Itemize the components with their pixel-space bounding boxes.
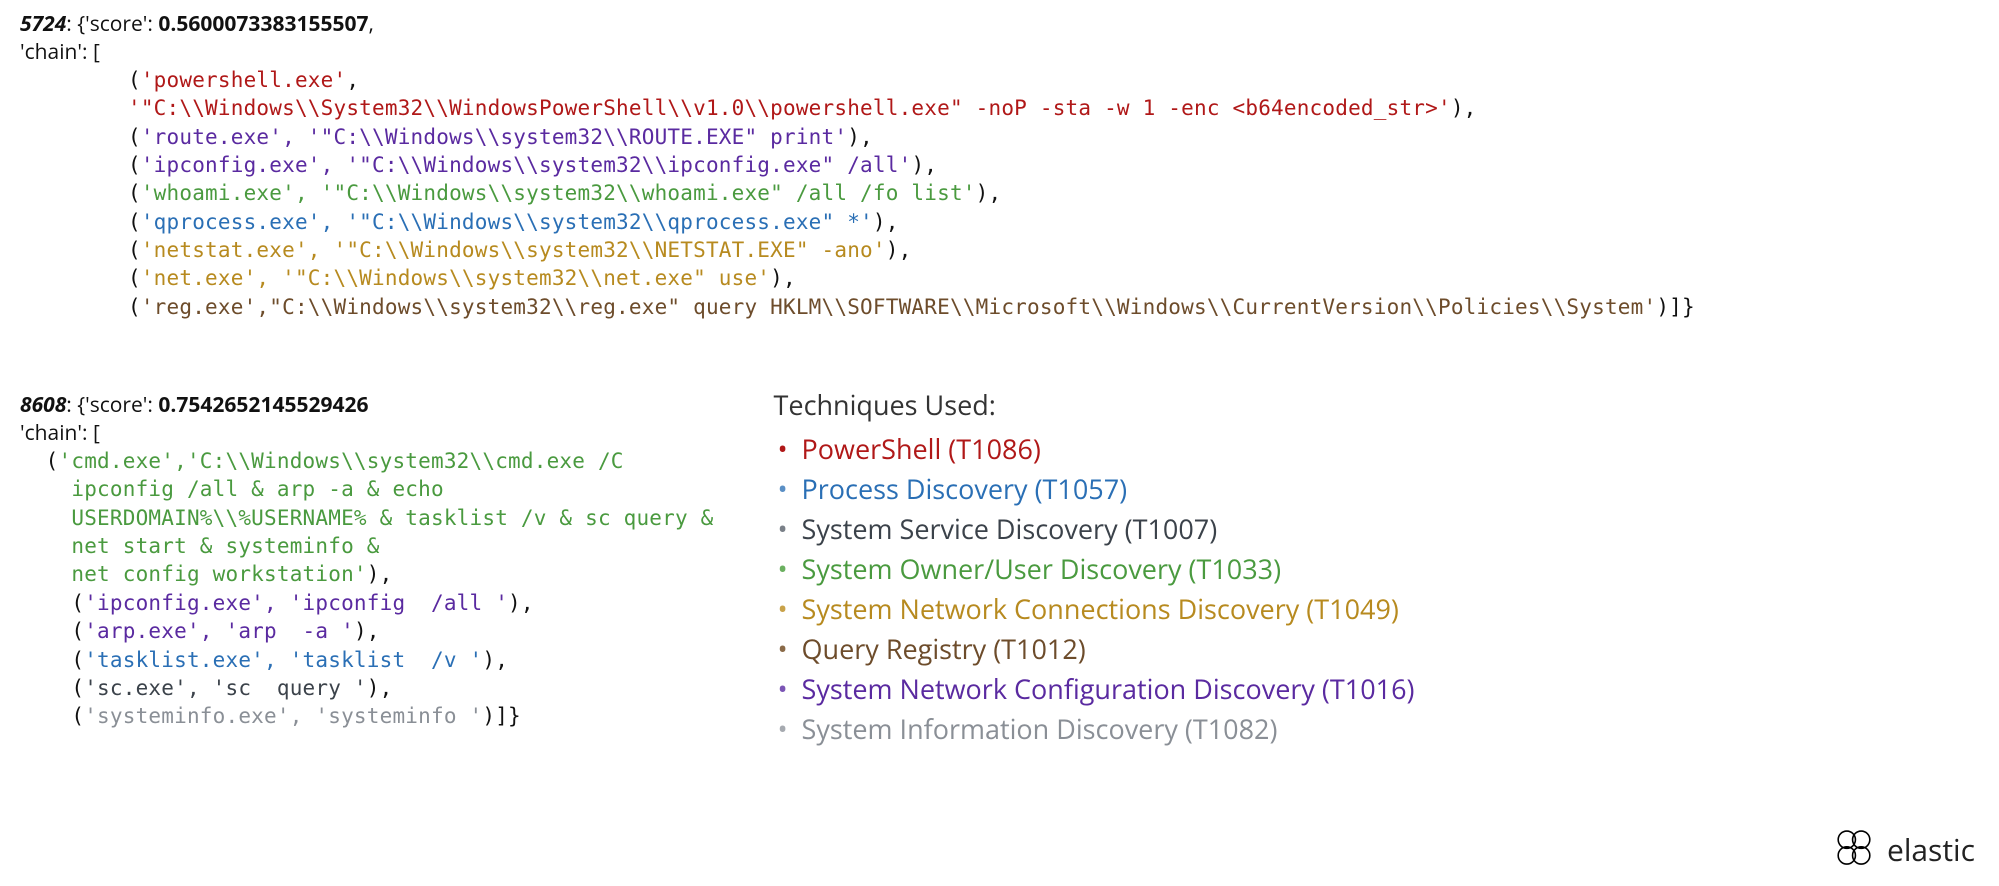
- code-segment: ),: [873, 210, 899, 234]
- code-segment: USERDOMAIN%\\%USERNAME% & tasklist /v & …: [20, 506, 714, 530]
- code-segment: (: [20, 449, 59, 473]
- code-segment: 'arp.exe', 'arp -a ': [84, 619, 354, 643]
- code-segment: ,: [346, 68, 359, 92]
- code-segment: 'route.exe', '"C:\\Windows\\system32\\RO…: [141, 125, 847, 149]
- block1-score: 0.5600073383155507: [158, 10, 368, 38]
- code-segment: (: [20, 704, 84, 728]
- code-segment: 'tasklist.exe', 'tasklist /v ': [84, 648, 482, 672]
- code-segment: (: [128, 68, 141, 92]
- code-segment: ),: [482, 648, 508, 672]
- techniques-legend: Techniques Used: PowerShell (T1086)Proce…: [774, 385, 1415, 749]
- code-segment: 'powershell.exe': [141, 68, 347, 92]
- code-segment: 'ipconfig.exe', 'ipconfig /all ': [84, 591, 508, 615]
- legend-item: PowerShell (T1086): [774, 429, 1415, 469]
- block2-code: ('cmd.exe','C:\\Windows\\system32\\cmd.e…: [20, 447, 714, 730]
- code-segment: '"C:\\Windows\\System32\\WindowsPowerShe…: [128, 96, 1451, 120]
- code-segment: ipconfig /all & arp -a & echo: [20, 477, 444, 501]
- block2-chain-label: 'chain': [: [20, 419, 714, 447]
- code-segment: net config workstation': [20, 562, 367, 586]
- code-segment: ),: [911, 153, 937, 177]
- block1-score-label: {'score':: [77, 10, 158, 38]
- code-segment: (: [128, 181, 141, 205]
- code-segment: ),: [886, 238, 912, 262]
- code-segment: (: [20, 676, 84, 700]
- block2-score: 0.7542652145529426: [158, 391, 368, 419]
- code-segment: 'reg.exe',"C:\\Windows\\system32\\reg.ex…: [141, 295, 1656, 319]
- code-segment: (: [128, 295, 141, 319]
- legend-item: System Service Discovery (T1007): [774, 509, 1415, 549]
- legend-item: System Network Configuration Discovery (…: [774, 669, 1415, 709]
- legend-item: System Network Connections Discovery (T1…: [774, 589, 1415, 629]
- legend-item: Query Registry (T1012): [774, 629, 1415, 669]
- legend-item: System Owner/User Discovery (T1033): [774, 549, 1415, 589]
- block1-code: ('powershell.exe','"C:\\Windows\\System3…: [20, 66, 1979, 321]
- block2-header: 8608: {'score': 0.7542652145529426: [20, 391, 714, 419]
- code-segment: 'qprocess.exe', '"C:\\Windows\\system32\…: [141, 210, 873, 234]
- code-segment: 'ipconfig.exe', '"C:\\Windows\\system32\…: [141, 153, 912, 177]
- code-segment: (: [128, 238, 141, 262]
- code-segment: ),: [847, 125, 873, 149]
- code-segment: (: [128, 266, 141, 290]
- code-segment: 'cmd.exe','C:\\Windows\\system32\\cmd.ex…: [59, 449, 624, 473]
- code-segment: (: [128, 153, 141, 177]
- elastic-logo: elastic: [1831, 826, 1975, 872]
- code-segment: )]}: [1656, 295, 1695, 319]
- chain-block-1: 5724: {'score': 0.5600073383155507, 'cha…: [20, 10, 1979, 321]
- code-segment: (: [20, 648, 84, 672]
- code-segment: ),: [367, 562, 393, 586]
- code-segment: 'systeminfo.exe', 'systeminfo ': [84, 704, 482, 728]
- legend-item: System Information Discovery (T1082): [774, 709, 1415, 749]
- code-segment: (: [128, 125, 141, 149]
- code-segment: )]}: [482, 704, 521, 728]
- code-segment: 'netstat.exe', '"C:\\Windows\\system32\\…: [141, 238, 886, 262]
- code-segment: 'whoami.exe', '"C:\\Windows\\system32\\w…: [141, 181, 976, 205]
- block1-chain-label: 'chain': [: [20, 38, 1979, 66]
- elastic-label: elastic: [1887, 829, 1975, 870]
- legend-list: PowerShell (T1086)Process Discovery (T10…: [774, 429, 1415, 749]
- block1-score-trail: ,: [369, 10, 374, 38]
- code-segment: ),: [367, 676, 393, 700]
- legend-title: Techniques Used:: [774, 385, 1415, 425]
- code-segment: (: [128, 210, 141, 234]
- code-segment: ),: [1451, 96, 1477, 120]
- code-segment: ),: [770, 266, 796, 290]
- code-segment: ),: [976, 181, 1002, 205]
- block2-id: 8608: [20, 391, 66, 419]
- code-segment: ),: [508, 591, 534, 615]
- chain-block-2: 8608: {'score': 0.7542652145529426 'chai…: [20, 391, 714, 730]
- code-segment: net start & systeminfo &: [20, 534, 380, 558]
- code-segment: 'net.exe', '"C:\\Windows\\system32\\net.…: [141, 266, 770, 290]
- legend-item: Process Discovery (T1057): [774, 469, 1415, 509]
- block1-header: 5724: {'score': 0.5600073383155507,: [20, 10, 1979, 38]
- code-segment: (: [20, 591, 84, 615]
- code-segment: 'sc.exe', 'sc query ': [84, 676, 367, 700]
- code-segment: (: [20, 619, 84, 643]
- block2-score-label: {'score':: [77, 391, 158, 419]
- elastic-cluster-icon: [1831, 826, 1877, 872]
- block1-id: 5724: [20, 10, 66, 38]
- code-segment: ),: [354, 619, 380, 643]
